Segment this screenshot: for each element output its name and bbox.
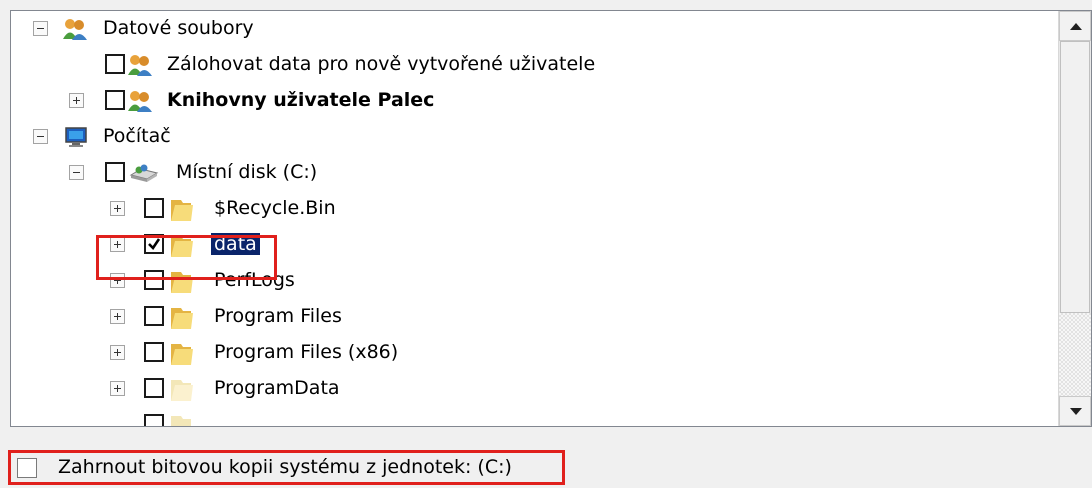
- tree-item-user-libraries[interactable]: Knihovny uživatele Palec: [11, 83, 1059, 119]
- tree-item-label: $Recycle.Bin: [214, 197, 336, 219]
- checkbox[interactable]: [144, 342, 164, 362]
- tree-item-label: Zálohovat data pro nově vytvořené uživat…: [167, 53, 596, 75]
- arrow-up-icon: [1070, 23, 1082, 30]
- checkbox[interactable]: [105, 90, 125, 110]
- tree-item-data-files[interactable]: Datové soubory: [11, 11, 1059, 47]
- collapse-icon[interactable]: [69, 165, 84, 180]
- checkbox[interactable]: [105, 162, 125, 182]
- checkbox[interactable]: [144, 306, 164, 326]
- folder-icon: [169, 305, 195, 329]
- users-icon: [62, 17, 88, 41]
- tree-item-partial: [11, 407, 1059, 426]
- hard-drive-icon: [129, 161, 159, 185]
- include-system-image-label: Zahrnout bitovou kopii systému z jednote…: [58, 456, 512, 478]
- checkbox: [144, 414, 164, 426]
- checkbox[interactable]: [144, 378, 164, 398]
- include-system-image-checkbox[interactable]: [17, 458, 37, 478]
- tree-item-label: Program Files: [214, 305, 342, 327]
- tree-item-label: Program Files (x86): [214, 341, 399, 363]
- checkbox[interactable]: [105, 54, 125, 74]
- expand-icon[interactable]: [110, 201, 125, 216]
- collapse-icon[interactable]: [33, 21, 48, 36]
- computer-icon: [63, 125, 89, 149]
- expand-icon[interactable]: [110, 309, 125, 324]
- tree-item-label: Datové soubory: [103, 17, 254, 39]
- arrow-down-icon: [1070, 408, 1082, 415]
- tree-item-backup-new-users[interactable]: Zálohovat data pro nově vytvořené uživat…: [11, 47, 1059, 83]
- tree-item-label: Knihovny uživatele Palec: [167, 89, 435, 111]
- scroll-down-button[interactable]: [1059, 396, 1091, 426]
- vertical-scrollbar[interactable]: [1058, 11, 1091, 426]
- tree-item-label: ProgramData: [214, 377, 340, 399]
- include-system-image-option[interactable]: Zahrnout bitovou kopii systému z jednote…: [8, 450, 565, 485]
- tree-item-program-files[interactable]: Program Files: [11, 299, 1059, 335]
- scrollbar-track[interactable]: [1059, 313, 1091, 396]
- folder-icon: [169, 341, 195, 365]
- expand-icon[interactable]: [110, 381, 125, 396]
- collapse-icon[interactable]: [33, 129, 48, 144]
- folder-icon: [169, 377, 195, 401]
- tree-item-computer[interactable]: Počítač: [11, 119, 1059, 155]
- tree-item-local-disk-c[interactable]: Místní disk (C:): [11, 155, 1059, 191]
- expand-icon[interactable]: [110, 345, 125, 360]
- scroll-up-button[interactable]: [1059, 11, 1091, 41]
- tree-item-recycle-bin[interactable]: $Recycle.Bin: [11, 191, 1059, 227]
- folder-icon: [169, 413, 195, 426]
- checkbox[interactable]: [144, 198, 164, 218]
- tree-item-label: Místní disk (C:): [176, 161, 318, 183]
- tree-item-label: Počítač: [103, 125, 171, 147]
- tree-item-programdata[interactable]: ProgramData: [11, 371, 1059, 407]
- folder-tree[interactable]: Datové soubory Zálohovat data pro nově v…: [10, 10, 1092, 427]
- highlight-box: [96, 235, 277, 280]
- users-icon: [127, 89, 153, 113]
- folder-icon: [169, 197, 195, 221]
- users-icon: [127, 53, 153, 77]
- expand-icon[interactable]: [69, 93, 84, 108]
- tree-item-program-files-x86[interactable]: Program Files (x86): [11, 335, 1059, 371]
- scrollbar-thumb[interactable]: [1060, 41, 1090, 313]
